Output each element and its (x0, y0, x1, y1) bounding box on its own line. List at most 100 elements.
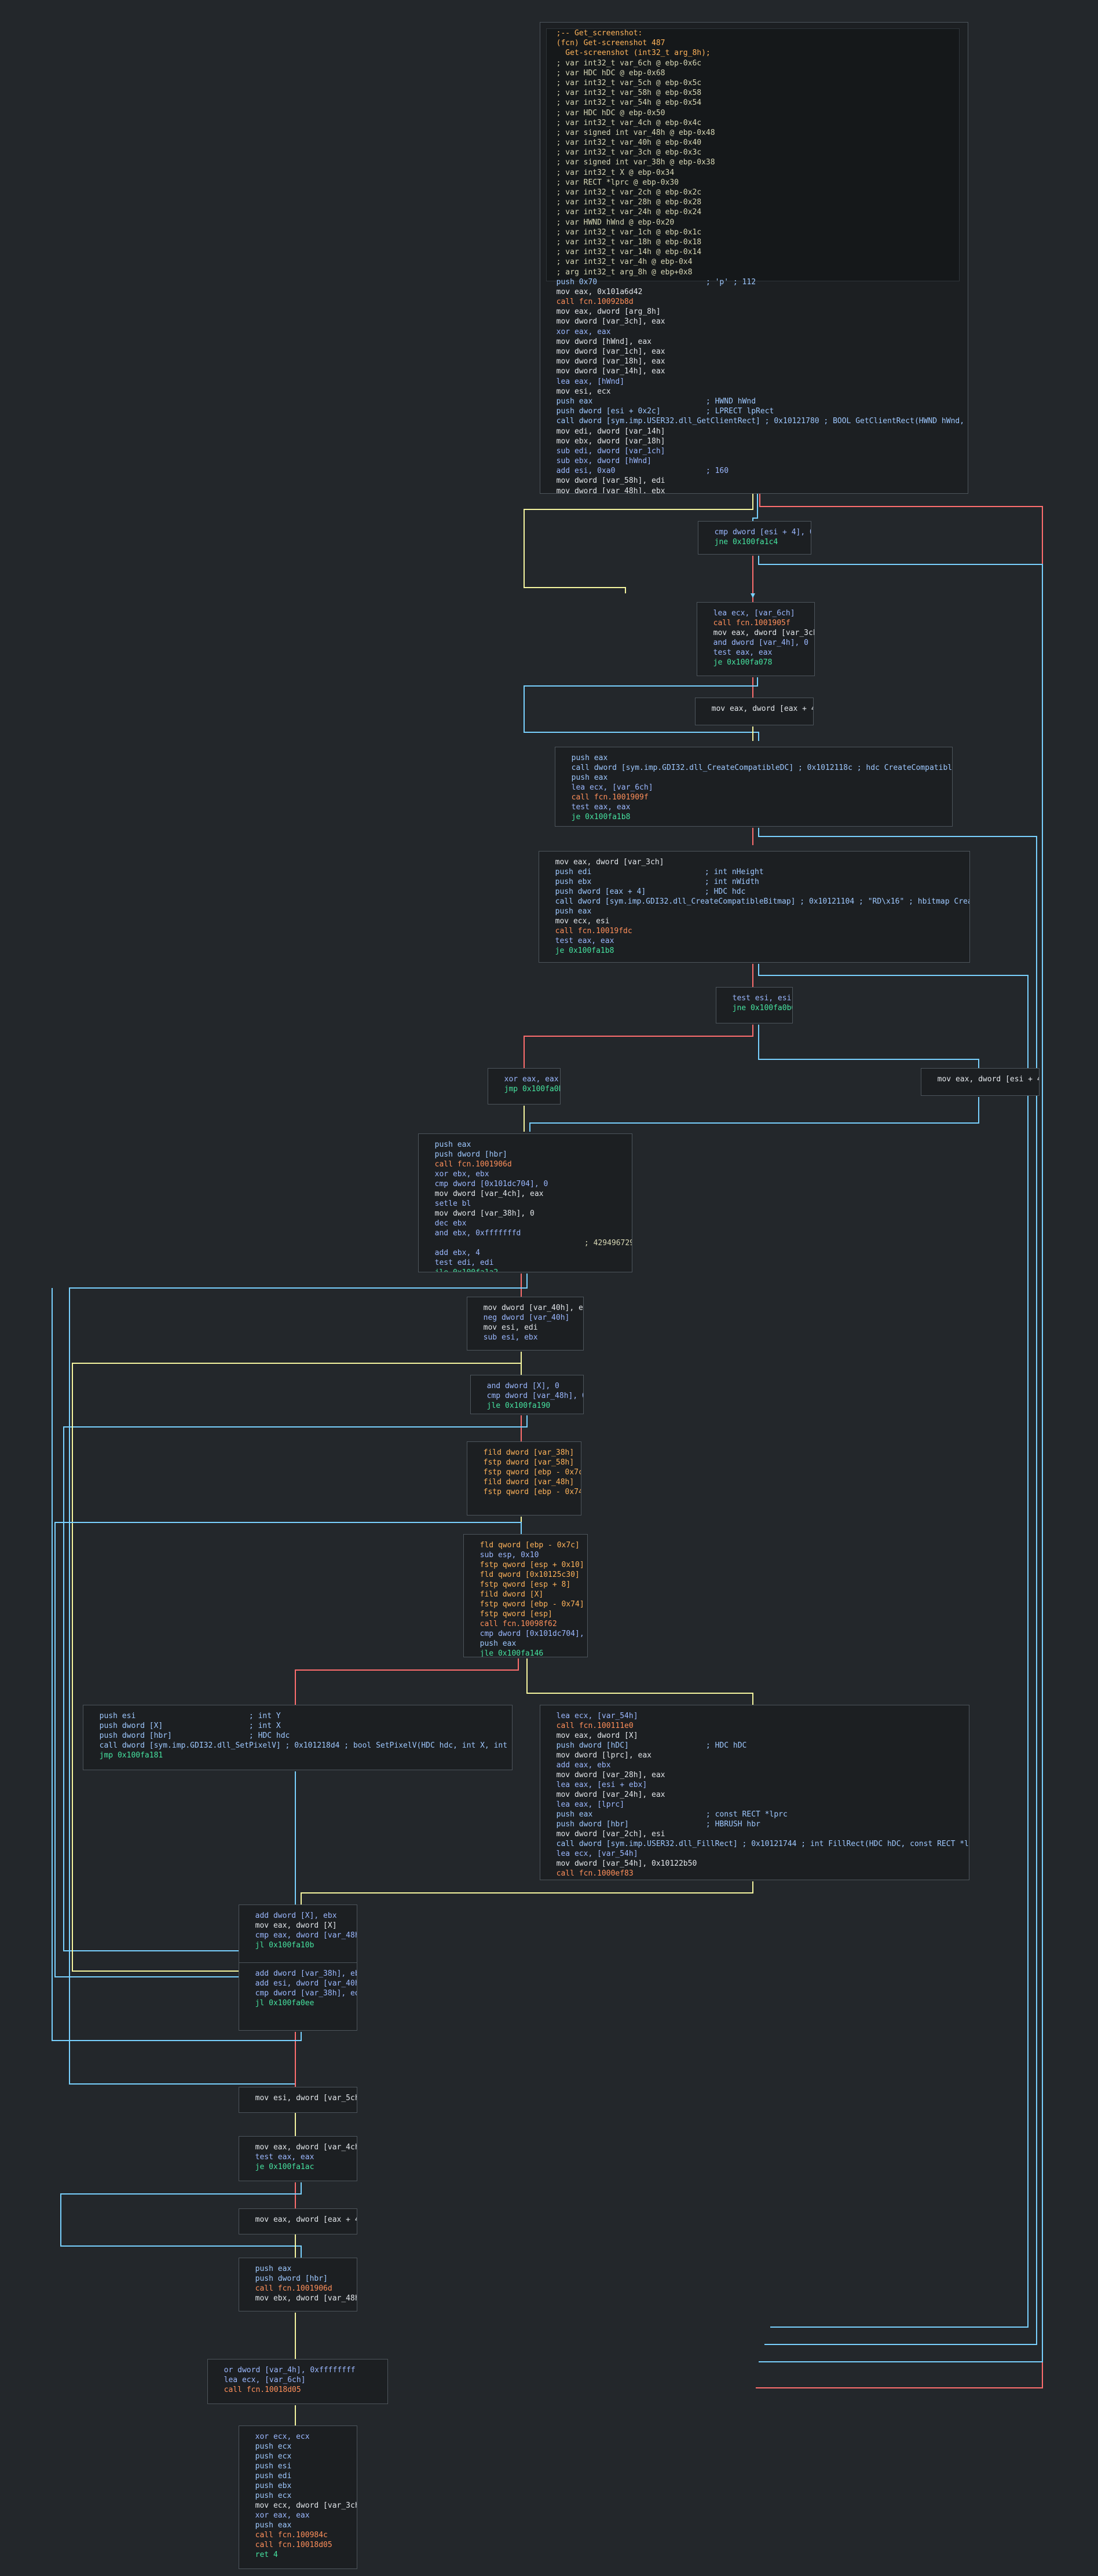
code-line: push 0x70 ; 'p' ; 112 (547, 277, 756, 287)
code-line: ; var signed int var_48h @ ebp-0x48 (547, 128, 715, 137)
code-line: je 0x100fa1b8 (546, 946, 614, 955)
code-line: fld qword [ebp - 0x7c] (471, 1541, 580, 1550)
code-line: push dword [hDC] ; HDC hDC (547, 1741, 747, 1750)
block-code: or dword [var_4h], 0xffffffff ; -1 lea e… (215, 2365, 380, 2395)
test-var-4ch-block[interactable]: mov eax, dword [var_4ch] test eax, eax j… (239, 2136, 357, 2181)
cmp-esi-block[interactable]: cmp dword [esi + 4], 0 jne 0x100fa1c4 (698, 521, 811, 555)
load-eax-4-block[interactable]: mov eax, dword [eax + 4] (239, 2208, 357, 2234)
code-line: test eax, eax (546, 937, 614, 945)
code-line: mov eax, 0x101a6d42 (547, 287, 643, 296)
code-line: cmp dword [esi + 4], 0 (705, 528, 811, 537)
code-line: mov esi, dword [var_5ch] (246, 2094, 357, 2102)
block-code: lea ecx, [var_6ch] call fcn.1001905f mov… (704, 608, 814, 667)
code-line: push ecx (246, 2452, 292, 2461)
block-code: lea ecx, [var_54h] call fcn.100111e0 mov… (547, 1711, 969, 1878)
edge (758, 964, 1029, 2328)
mov-eax-esi-block[interactable]: mov eax, dword [esi + 4] (921, 1068, 1040, 1096)
code-line: mov dword [var_18h], eax (547, 357, 665, 366)
code-line: ; var int32_t var_28h @ ebp-0x28 (547, 198, 702, 207)
code-line: jl 0x100fa10b (246, 1941, 314, 1950)
code-line: mov dword [var_3ch], eax (547, 317, 665, 326)
edge (758, 1025, 979, 1068)
function-entry-block[interactable]: ;-- Get_screenshot: (fcn) Get-screenshot… (540, 22, 968, 494)
code-line: fstp qword [ebp - 0x74] (474, 1488, 581, 1496)
code-line: lea eax, [hWnd] (547, 377, 625, 386)
edge (524, 1025, 753, 1068)
code-line: Get-screenshot (int32_t arg_8h); (547, 49, 711, 58)
block-code: push eax call dword [sym.imp.GDI32.dll_C… (562, 753, 952, 822)
code-line: fstp qword [esp + 8] (471, 1580, 571, 1589)
code-line: push eax (546, 907, 592, 916)
create-compatible-dc-block[interactable]: push eax call dword [sym.imp.GDI32.dll_C… (555, 747, 953, 827)
edge (758, 828, 1037, 2345)
code-line: ;-- Get_screenshot: (547, 29, 643, 38)
code-line: mov ebx, dword [var_48h] (246, 2294, 357, 2303)
restore-object-block[interactable]: push eax push dword [hbr] call fcn.10019… (239, 2258, 357, 2311)
test-esi-block[interactable]: test esi, esi jne 0x100fa0b6 (716, 987, 793, 1023)
xor-eax-block[interactable]: xor eax, eax jmp 0x100fa0b8 (488, 1068, 561, 1104)
code-line: push eax ; HWND hWnd (547, 397, 756, 406)
code-line: sub edi, dword [var_1ch] (547, 446, 665, 456)
code-line: setle bl (426, 1199, 471, 1208)
code-line: lea ecx, [var_6ch] (215, 2376, 306, 2384)
inner-loop-increment-block[interactable]: add dword [X], ebx mov eax, dword [X] cm… (239, 1905, 357, 1964)
code-line: call fcn.1001906d (426, 1160, 512, 1169)
fpu-load-block[interactable]: fild dword [var_38h] fstp dword [var_58h… (467, 1441, 581, 1515)
code-line: mov dword [var_24h], eax (547, 1790, 665, 1799)
function-exit-block[interactable]: xor ecx, ecx push ecx push ecx push esi … (239, 2425, 357, 2569)
code-line: ; 4294967293 (426, 1239, 632, 1247)
code-line: xor ecx, ecx (246, 2432, 310, 2441)
block-code: fild dword [var_38h] fstp dword [var_58h… (474, 1448, 581, 1497)
select-object-block[interactable]: push eax push dword [hbr] call fcn.10019… (418, 1133, 632, 1272)
outer-loop-increment-block[interactable]: add dword [var_38h], ebx add esi, dword … (239, 1962, 357, 2031)
block-code: mov eax, dword [eax + 4] (702, 704, 814, 714)
code-line: ; var int32_t var_4h @ ebp-0x4 (547, 258, 693, 267)
code-line: mov eax, dword [X] (246, 1921, 337, 1930)
code-line: xor eax, eax (547, 327, 611, 336)
create-compatible-bitmap-block[interactable]: mov eax, dword [var_3ch] push edi ; int … (539, 851, 970, 963)
code-line: jle 0x100fa1a2 (426, 1268, 625, 1272)
code-line: ; var int32_t var_54h @ ebp-0x54 (547, 98, 702, 108)
code-line: push dword [hbr] (246, 2274, 328, 2283)
code-line: mov dword [var_1ch], eax (547, 347, 665, 356)
inner-loop-body-block[interactable]: fld qword [ebp - 0x7c] sub esp, 0x10 fst… (463, 1534, 588, 1657)
restore-esi-block[interactable]: mov esi, dword [var_5ch] (239, 2087, 357, 2113)
code-line: call fcn.1001906d (246, 2284, 332, 2293)
code-line: xor ebx, ebx (426, 1170, 489, 1179)
code-line: mov eax, dword [eax + 4] (702, 704, 814, 713)
code-line: push dword [esi + 0x2c] ; LPRECT lpRect (547, 407, 774, 416)
code-line: ; arg int32_t arg_8h @ ebp+0x8 (547, 267, 693, 277)
code-line: mov ebx, dword [var_18h] (547, 436, 665, 446)
code-line: sub ebx, dword [hWnd] (547, 457, 652, 466)
code-line: ; var int32_t var_4ch @ ebp-0x4c (547, 118, 702, 127)
code-line: call dword [sym.imp.USER32.dll_FillRect]… (547, 1840, 969, 1848)
load-eax-block[interactable]: mov eax, dword [eax + 4] (695, 698, 814, 725)
code-line: jle 0x100fa190 (478, 1401, 551, 1410)
code-line: test eax, eax (704, 648, 773, 657)
block-code: add dword [X], ebx mov eax, dword [X] cm… (246, 1911, 357, 1950)
init-bitmap-block[interactable]: lea ecx, [var_6ch] call fcn.1001905f mov… (697, 602, 815, 676)
code-line: ret 4 (246, 2551, 278, 2559)
code-line: push dword [X] ; int X (90, 1722, 281, 1730)
code-line: cmp dword [0x101dc704], 0 (471, 1630, 588, 1638)
code-line: mov dword [var_28h], eax (547, 1771, 665, 1779)
code-line: fstp dword [var_58h] (474, 1458, 574, 1467)
code-line: neg dword [var_40h] (474, 1313, 570, 1322)
code-line: fild dword [X] (471, 1590, 544, 1599)
code-line: ; var int32_t var_5ch @ ebp-0x5c (547, 78, 702, 87)
block-code: xor ecx, ecx push ecx push ecx push esi … (246, 2432, 357, 2560)
code-line: ; var int32_t var_40h @ ebp-0x40 (547, 138, 702, 148)
code-line: fstp qword [esp] (471, 1610, 552, 1619)
code-line: ; var HDC hDC @ ebp-0x50 (547, 108, 665, 118)
code-line: ; var RECT *lprc @ ebp-0x30 (547, 178, 679, 187)
code-line: add eax, ebx (547, 1761, 611, 1770)
code-line: mov dword [hWnd], eax (547, 337, 652, 346)
fill-rect-block[interactable]: lea ecx, [var_54h] call fcn.100111e0 mov… (540, 1705, 969, 1880)
outer-loop-check-block[interactable]: and dword [X], 0 cmp dword [var_48h], 0 … (470, 1375, 584, 1414)
code-line: jne 0x100fa0b6 (723, 1004, 793, 1012)
cleanup-dc-block[interactable]: or dword [var_4h], 0xffffffff ; -1 lea e… (207, 2359, 388, 2404)
code-line: call dword [sym.imp.GDI32.dll_SetPixelV]… (90, 1741, 513, 1750)
code-line: push ebx ; int nWidth (546, 878, 759, 886)
neg-var-block[interactable]: mov dword [var_40h], ebx neg dword [var_… (467, 1297, 584, 1351)
set-pixel-block[interactable]: push esi ; int Y push dword [X] ; int X … (83, 1705, 513, 1770)
